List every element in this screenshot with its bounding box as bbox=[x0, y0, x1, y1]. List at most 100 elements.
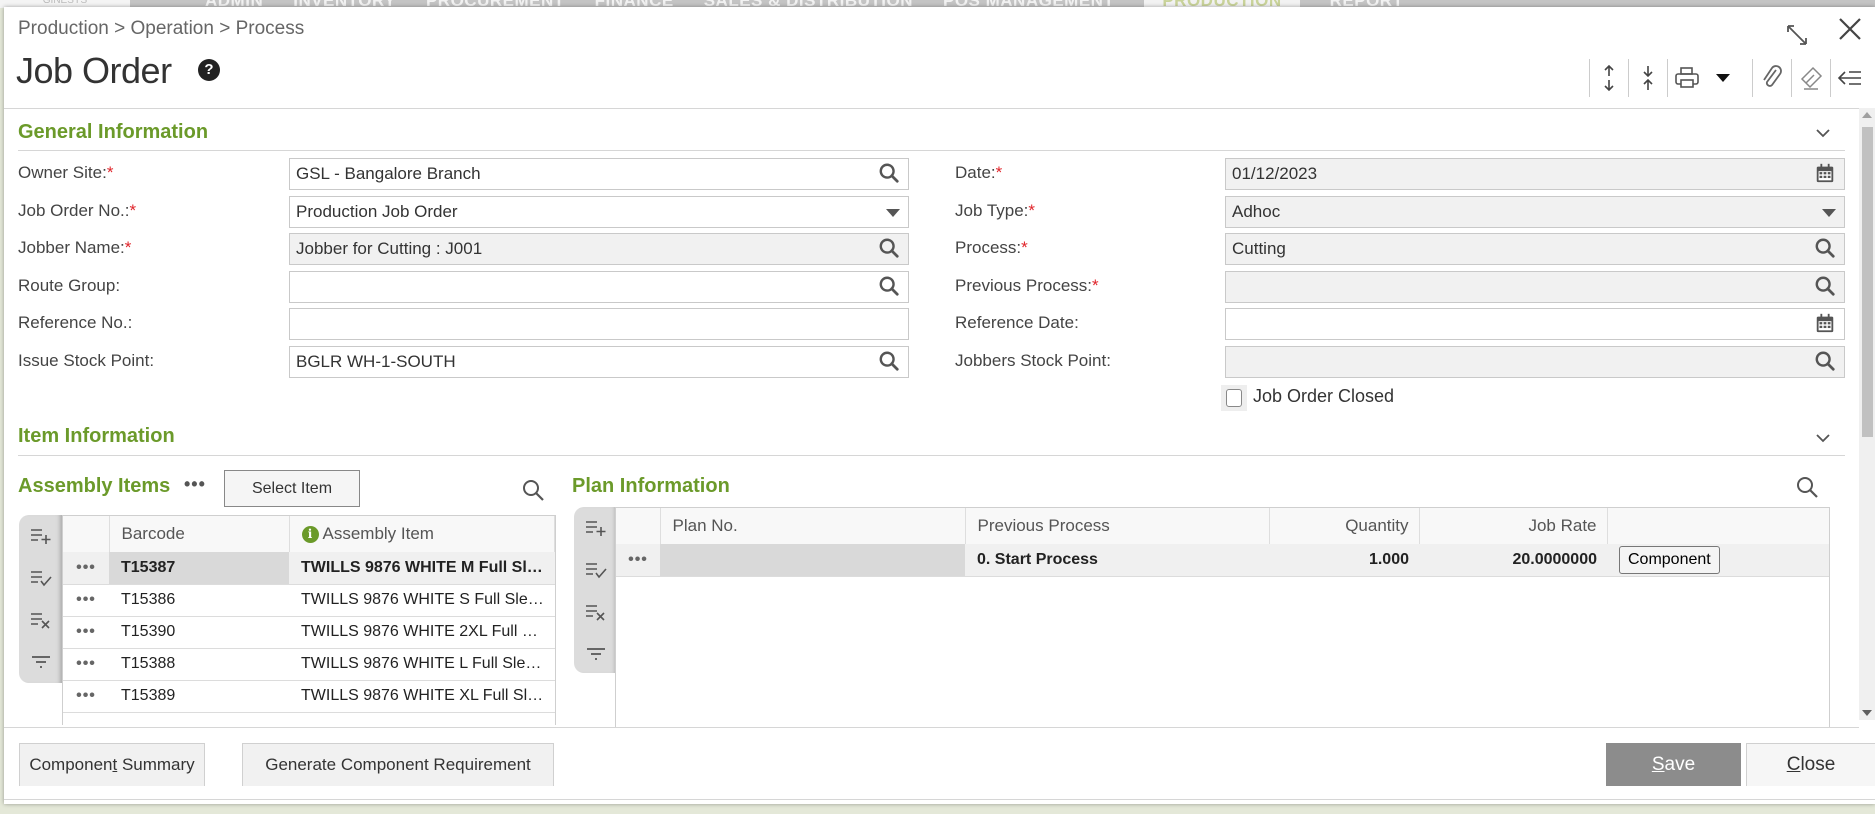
attachment-icon[interactable] bbox=[1753, 59, 1791, 97]
dropdown-arrow-icon[interactable] bbox=[886, 209, 900, 217]
barcode-cell[interactable]: T15386 bbox=[109, 584, 289, 617]
close-button[interactable]: Close bbox=[1746, 743, 1875, 786]
delete-rows-icon[interactable] bbox=[574, 591, 617, 633]
scroll-up-arrow[interactable] bbox=[1862, 112, 1872, 118]
assembly-item-cell[interactable]: TWILLS 9876 WHITE M Full Sleeve bbox=[289, 552, 555, 585]
previous-process-cell[interactable]: 0. Start Process bbox=[965, 544, 1269, 577]
previous-process-field[interactable] bbox=[1225, 271, 1845, 303]
item-information-collapse-icon[interactable] bbox=[1813, 430, 1833, 450]
component-summary-button[interactable]: Component Summary bbox=[19, 743, 205, 786]
issue-stock-point-label: Issue Stock Point: bbox=[18, 351, 154, 371]
filter-icon[interactable] bbox=[574, 633, 617, 675]
select-rows-icon[interactable] bbox=[19, 557, 62, 599]
plan-row[interactable]: ••• 0. Start Process 1.000 20.0000000 Compon… bbox=[616, 544, 1829, 577]
select-item-button[interactable]: Select Item bbox=[224, 470, 360, 507]
assembly-item-cell[interactable]: TWILLS 9876 WHITE L Full Sleeve bbox=[289, 648, 555, 681]
row-actions-icon[interactable]: ••• bbox=[63, 648, 109, 681]
scroll-down-arrow[interactable] bbox=[1862, 710, 1872, 716]
reference-no-label-text: Reference No.: bbox=[18, 313, 133, 332]
search-icon[interactable] bbox=[1814, 350, 1838, 374]
assembly-item-cell[interactable]: TWILLS 9876 WHITE S Full Sleeve bbox=[289, 584, 555, 617]
job-type-select[interactable]: Adhoc bbox=[1225, 196, 1845, 228]
search-icon[interactable] bbox=[878, 162, 902, 186]
jobber-name-field[interactable]: Jobber for Cutting : J001 bbox=[289, 233, 909, 265]
collapse-all-icon[interactable] bbox=[1629, 59, 1667, 97]
search-icon[interactable] bbox=[878, 350, 902, 374]
generate-component-requirement-button[interactable]: Generate Component Requirement bbox=[242, 743, 554, 786]
eraser-icon[interactable] bbox=[1792, 59, 1830, 97]
general-information-collapse-icon[interactable] bbox=[1813, 125, 1833, 145]
process-field[interactable]: Cutting bbox=[1225, 233, 1845, 265]
plan-no-cell[interactable] bbox=[660, 544, 965, 577]
column-header-job-rate[interactable]: Job Rate bbox=[1419, 508, 1608, 544]
job-rate-cell[interactable]: 20.0000000 bbox=[1419, 544, 1607, 577]
add-row-icon[interactable] bbox=[574, 507, 617, 549]
column-header-barcode[interactable]: Barcode bbox=[109, 516, 290, 552]
scrollbar-thumb[interactable] bbox=[1862, 127, 1873, 437]
row-actions-icon[interactable]: ••• bbox=[63, 680, 109, 713]
assembly-item-cell[interactable]: TWILLS 9876 WHITE XL Full Sleeve bbox=[289, 680, 555, 713]
job-type-label: Job Type:* bbox=[955, 201, 1035, 221]
barcode-cell[interactable]: T15387 bbox=[109, 552, 289, 585]
footer-bottom-border bbox=[4, 799, 1875, 800]
owner-site-field[interactable]: GSL - Bangalore Branch bbox=[289, 158, 909, 190]
date-field[interactable]: 01/12/2023 bbox=[1225, 158, 1845, 190]
search-icon[interactable] bbox=[1814, 275, 1838, 299]
jobbers-stock-point-field[interactable] bbox=[1225, 346, 1845, 378]
filter-icon[interactable] bbox=[19, 641, 62, 683]
assembly-item-row[interactable]: ••• T15386 TWILLS 9876 WHITE S Full Sleeve bbox=[63, 584, 555, 617]
required-marker: * bbox=[1021, 238, 1028, 257]
maximize-icon[interactable] bbox=[1782, 22, 1812, 52]
dropdown-arrow-icon[interactable] bbox=[1822, 209, 1836, 217]
close-dialog-icon[interactable] bbox=[1833, 14, 1867, 50]
assembly-item-cell[interactable]: TWILLS 9876 WHITE 2XL Full Sleeve bbox=[289, 616, 555, 649]
row-actions-icon[interactable]: ••• bbox=[63, 584, 109, 617]
row-actions-icon[interactable]: ••• bbox=[616, 544, 660, 577]
process-label-text: Process: bbox=[955, 238, 1022, 257]
job-order-no-select[interactable]: Production Job Order bbox=[289, 196, 909, 228]
assembly-item-row[interactable]: ••• T15390 TWILLS 9876 WHITE 2XL Full Slee… bbox=[63, 616, 555, 649]
row-actions-icon[interactable]: ••• bbox=[63, 616, 109, 649]
issue-stock-point-field[interactable]: BGLR WH-1-SOUTH bbox=[289, 346, 909, 378]
header-toolbar bbox=[1589, 58, 1875, 98]
print-dropdown-icon[interactable] bbox=[1706, 59, 1740, 97]
column-header-plan-no[interactable]: Plan No. bbox=[660, 508, 966, 544]
search-icon[interactable] bbox=[878, 237, 902, 261]
search-icon[interactable] bbox=[878, 275, 902, 299]
select-rows-icon[interactable] bbox=[574, 549, 617, 591]
reference-no-field[interactable] bbox=[289, 308, 909, 340]
route-group-field[interactable] bbox=[289, 271, 909, 303]
add-row-icon[interactable] bbox=[19, 515, 62, 557]
job-order-closed-checkbox[interactable] bbox=[1221, 385, 1247, 411]
calendar-icon[interactable] bbox=[1814, 162, 1838, 186]
print-icon[interactable] bbox=[1668, 59, 1706, 97]
breadcrumb: Production > Operation > Process bbox=[18, 18, 305, 39]
component-button[interactable]: Component bbox=[1619, 545, 1720, 574]
search-icon[interactable] bbox=[1814, 237, 1838, 261]
column-header-assembly-item[interactable]: i Assembly Item bbox=[289, 516, 555, 552]
save-button[interactable]: Save bbox=[1606, 743, 1741, 786]
reference-no-label: Reference No.: bbox=[18, 313, 132, 333]
assembly-search-icon[interactable] bbox=[521, 478, 547, 504]
barcode-cell[interactable]: T15390 bbox=[109, 616, 289, 649]
access-key-letter: S bbox=[1651, 753, 1665, 775]
column-header-previous-process[interactable]: Previous Process bbox=[965, 508, 1270, 544]
delete-rows-icon[interactable] bbox=[19, 599, 62, 641]
column-header-quantity[interactable]: Quantity bbox=[1269, 508, 1420, 544]
assembly-item-row[interactable]: ••• T15388 TWILLS 9876 WHITE L Full Sleeve bbox=[63, 648, 555, 681]
help-icon[interactable]: ? bbox=[198, 59, 220, 81]
assembly-item-row[interactable]: ••• T15389 TWILLS 9876 WHITE XL Full Sleev… bbox=[63, 680, 555, 713]
calendar-icon[interactable] bbox=[1814, 312, 1838, 336]
side-panel-icon[interactable] bbox=[1831, 59, 1869, 97]
quantity-cell[interactable]: 1.000 bbox=[1269, 544, 1419, 577]
row-actions-icon[interactable]: ••• bbox=[63, 552, 109, 585]
plan-search-icon[interactable] bbox=[1795, 475, 1821, 501]
expand-all-icon[interactable] bbox=[1590, 59, 1628, 97]
assembly-items-more-icon[interactable]: ••• bbox=[184, 474, 206, 495]
barcode-cell[interactable]: T15389 bbox=[109, 680, 289, 713]
info-icon[interactable]: i bbox=[301, 526, 319, 543]
assembly-item-row[interactable]: ••• T15387 TWILLS 9876 WHITE M Full Sleeve bbox=[63, 552, 555, 585]
barcode-cell[interactable]: T15388 bbox=[109, 648, 289, 681]
page-title: Job Order bbox=[16, 50, 172, 91]
reference-date-field[interactable] bbox=[1225, 308, 1845, 340]
